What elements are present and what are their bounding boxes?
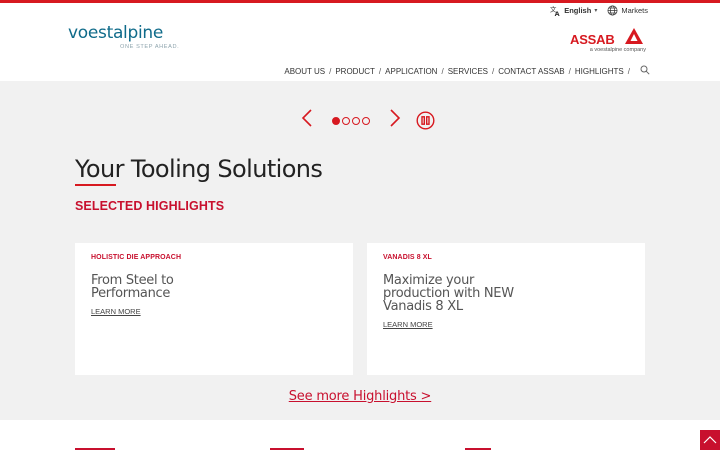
card-title: From Steel to Performance [91,273,174,301]
nav-item-product[interactable]: PRODUCT [335,67,375,76]
markets-label: Markets [621,6,648,15]
highlight-card[interactable]: VANADIS 8 XL Maximize your production wi… [367,243,645,375]
page-title: Your Tooling Solutions [75,155,323,183]
nav-separator: / [441,66,444,76]
search-icon[interactable] [640,65,650,77]
nav-item-about-us[interactable]: ABOUT US [284,67,325,76]
nav-separator: / [378,66,382,76]
nav-separator: / [568,66,571,76]
chevron-down-icon: ▾ [594,8,598,14]
globe-icon [607,5,618,16]
language-selector[interactable]: 文 A English ▾ [550,5,597,16]
card-tag: HOLISTIC DIE APPROACH [91,254,182,261]
nav-separator: / [329,66,332,76]
assab-wordmark: ASSAB [570,32,615,47]
carousel-dot-4[interactable] [362,117,370,125]
section-heading: SELECTED HIGHLIGHTS [75,199,225,213]
carousel-controls [0,108,720,134]
back-to-top-button[interactable] [700,430,720,450]
site-header: 文 A English ▾ Markets voestalpine ONE ST… [0,3,720,81]
nav-item-highlights[interactable]: HIGHLIGHTS [575,67,624,76]
brand-tagline: ONE STEP AHEAD. [120,44,180,50]
carousel-next-arrow-icon[interactable] [389,108,401,133]
pause-icon[interactable] [416,111,435,135]
title-underline [75,184,116,186]
nav-item-services[interactable]: SERVICES [448,67,488,76]
assab-logo[interactable]: ASSAB a voestalpine company [570,28,646,56]
site-footer [0,420,720,450]
markets-selector[interactable]: Markets [607,5,648,16]
nav-item-application[interactable]: APPLICATION [385,67,437,76]
utility-bar: 文 A English ▾ Markets [550,5,648,16]
highlight-card[interactable]: HOLISTIC DIE APPROACH From Steel to Perf… [75,243,353,375]
main-nav: ABOUT US / PRODUCT / APPLICATION / SERVI… [284,65,650,77]
card-title: Maximize your production with NEW Vanadi… [383,273,514,314]
carousel-pagination [332,117,370,125]
assab-subtitle: a voestalpine company [589,47,646,53]
svg-text:A: A [555,10,560,16]
brand-name: voestalpine [68,23,164,43]
language-label: English [564,6,592,15]
voestalpine-logo[interactable]: voestalpine ONE STEP AHEAD. [68,23,179,51]
nav-separator: / [627,66,630,76]
translate-icon: 文 A [550,5,561,16]
carousel-dot-3[interactable] [352,117,360,125]
carousel-dot-1[interactable] [332,117,340,125]
carousel-prev-arrow-icon[interactable] [301,108,313,133]
card-tag: VANADIS 8 XL [383,254,432,261]
see-more-highlights-link[interactable]: See more Highlights > [0,389,720,404]
learn-more-link[interactable]: LEARN MORE [383,320,433,329]
chevron-up-icon [703,436,717,444]
learn-more-link[interactable]: LEARN MORE [91,307,141,316]
assab-triangle-icon [625,28,643,49]
nav-item-contact-assab[interactable]: CONTACT ASSAB [498,67,564,76]
nav-separator: / [492,66,495,76]
carousel-dot-2[interactable] [342,117,350,125]
